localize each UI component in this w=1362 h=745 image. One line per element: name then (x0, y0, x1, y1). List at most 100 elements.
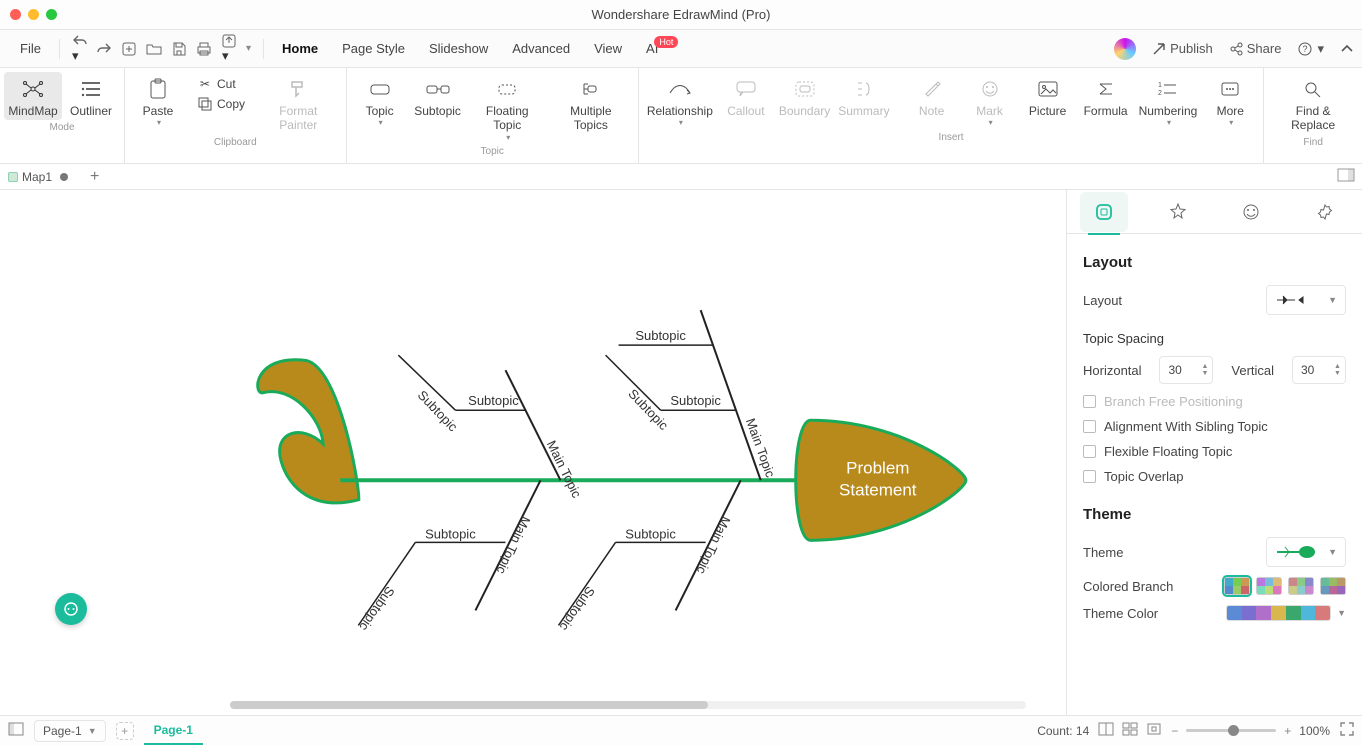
note-button[interactable]: Note (903, 72, 961, 120)
head-text-2: Statement (839, 481, 917, 500)
titlebar: Wondershare EdrawMind (Pro) (0, 0, 1362, 30)
swatch-1[interactable] (1224, 577, 1250, 595)
user-avatar[interactable] (1114, 38, 1136, 60)
outliner-icon (80, 78, 102, 100)
theme-color-dropdown-icon[interactable]: ▼ (1337, 608, 1346, 618)
panel-split-icon[interactable] (1338, 169, 1354, 184)
theme-label: Theme (1083, 545, 1123, 560)
svg-text:?: ? (1303, 44, 1308, 54)
bone-lower-1[interactable]: Main Topic Subtopic Subtopic (356, 481, 540, 635)
more-button[interactable]: More (1201, 72, 1259, 130)
callout-button[interactable]: Callout (717, 72, 775, 120)
minimize-window-icon[interactable] (28, 9, 39, 20)
maximize-window-icon[interactable] (46, 9, 57, 20)
add-page-button[interactable]: + (116, 722, 134, 740)
swatch-3[interactable] (1288, 577, 1314, 595)
zoom-in-button[interactable]: + (1284, 724, 1291, 738)
svg-text:Subtopic: Subtopic (635, 329, 686, 344)
copy-button[interactable]: Copy (191, 94, 251, 114)
subtopic-icon (426, 78, 450, 100)
tab-page-style[interactable]: Page Style (330, 35, 417, 62)
canvas[interactable]: Problem Statement Main Topic Subtopic Su… (0, 190, 1066, 715)
picture-button[interactable]: Picture (1019, 72, 1077, 120)
publish-button[interactable]: Publish (1152, 41, 1213, 56)
add-tab-button[interactable]: + (90, 169, 99, 185)
bone-upper-2[interactable]: Main Topic Subtopic Subtopic Subtopic (606, 310, 779, 480)
fullscreen-icon[interactable] (1340, 722, 1354, 739)
tab-ai[interactable]: AIHot (634, 35, 694, 62)
outliner-button[interactable]: Outliner (62, 72, 120, 120)
mindmap-button[interactable]: MindMap (4, 72, 62, 120)
horizontal-scrollbar[interactable] (230, 701, 1026, 709)
flex-float-checkbox[interactable]: Flexible Floating Topic (1083, 444, 1346, 459)
tab-view[interactable]: View (582, 35, 634, 62)
layout-label: Layout (1083, 293, 1122, 308)
group-clipboard: Paste ✂Cut Copy Format Painter Clipboard (125, 68, 347, 163)
cut-button[interactable]: ✂Cut (191, 74, 251, 94)
grid-view-icon[interactable] (1123, 723, 1137, 738)
doc-tab-map1[interactable]: Map1 (0, 170, 82, 184)
undo-icon[interactable]: ▾ (72, 34, 88, 64)
relationship-button[interactable]: Relationship (643, 72, 717, 130)
share-button[interactable]: Share (1229, 41, 1282, 56)
redo-icon[interactable] (98, 42, 112, 56)
topic-button[interactable]: Topic (351, 72, 409, 130)
tab-close-icon[interactable] (60, 173, 68, 181)
summary-button[interactable]: Summary (834, 72, 893, 120)
horizontal-input[interactable]: 30▲▼ (1159, 356, 1213, 384)
tab-advanced[interactable]: Advanced (500, 35, 582, 62)
tab-home[interactable]: Home (270, 35, 330, 62)
vertical-input[interactable]: 30▲▼ (1292, 356, 1346, 384)
more-icon (1220, 78, 1240, 100)
panel-tab-settings[interactable] (1301, 192, 1349, 232)
export-icon[interactable]: ▾ (222, 34, 236, 64)
panel-tab-icon[interactable] (1227, 192, 1275, 232)
multiple-topics-button[interactable]: Multiple Topics (548, 72, 634, 135)
mark-button[interactable]: Mark (961, 72, 1019, 130)
formula-icon (1097, 78, 1115, 100)
help-button[interactable]: ?▾ (1297, 41, 1324, 57)
floating-topic-button[interactable]: Floating Topic (467, 72, 548, 144)
save-icon[interactable] (172, 42, 186, 56)
paste-button[interactable]: Paste (129, 72, 187, 130)
swatch-2[interactable] (1256, 577, 1282, 595)
theme-select[interactable]: ▼ (1266, 537, 1346, 567)
format-painter-button[interactable]: Format Painter (255, 72, 342, 135)
svg-text:Subtopic: Subtopic (556, 584, 598, 634)
window-controls (10, 9, 57, 20)
bone-lower-2[interactable]: Main Topic Subtopic Subtopic (556, 481, 740, 635)
subtopic-button[interactable]: Subtopic (409, 72, 467, 120)
zoom-value: 100% (1299, 724, 1330, 738)
zoom-out-button[interactable]: − (1171, 724, 1178, 738)
more-quickaccess-icon[interactable]: ▾ (246, 43, 251, 54)
file-menu[interactable]: File (8, 35, 53, 62)
boundary-button[interactable]: Boundary (775, 72, 834, 120)
multiple-topics-icon (579, 78, 603, 100)
overlap-checkbox[interactable]: Topic Overlap (1083, 469, 1346, 484)
panel-tab-style[interactable] (1154, 192, 1202, 232)
new-icon[interactable] (122, 42, 136, 56)
zoom-slider[interactable] (1186, 729, 1276, 732)
chat-fab[interactable] (55, 593, 87, 625)
formula-button[interactable]: Formula (1077, 72, 1135, 120)
pages-panel-icon[interactable] (8, 722, 24, 739)
print-icon[interactable] (196, 42, 212, 56)
theme-color-strip[interactable] (1226, 605, 1331, 621)
outline-view-icon[interactable] (1099, 723, 1113, 738)
colored-branch-swatches (1224, 577, 1346, 595)
copy-icon (197, 97, 213, 111)
find-replace-button[interactable]: Find & Replace (1268, 72, 1358, 135)
tab-slideshow[interactable]: Slideshow (417, 35, 500, 62)
close-window-icon[interactable] (10, 9, 21, 20)
theme-heading: Theme (1083, 506, 1346, 523)
align-sibling-checkbox[interactable]: Alignment With Sibling Topic (1083, 419, 1346, 434)
page-tab[interactable]: Page-1 (144, 717, 203, 745)
layout-select[interactable]: ▼ (1266, 285, 1346, 315)
swatch-4[interactable] (1320, 577, 1346, 595)
page-selector[interactable]: Page-1▼ (34, 720, 106, 742)
numbering-button[interactable]: 12Numbering (1135, 72, 1202, 130)
fit-view-icon[interactable] (1147, 723, 1161, 738)
panel-tab-layout[interactable] (1080, 192, 1128, 232)
open-icon[interactable] (146, 42, 162, 56)
collapse-ribbon-icon[interactable] (1340, 44, 1354, 54)
